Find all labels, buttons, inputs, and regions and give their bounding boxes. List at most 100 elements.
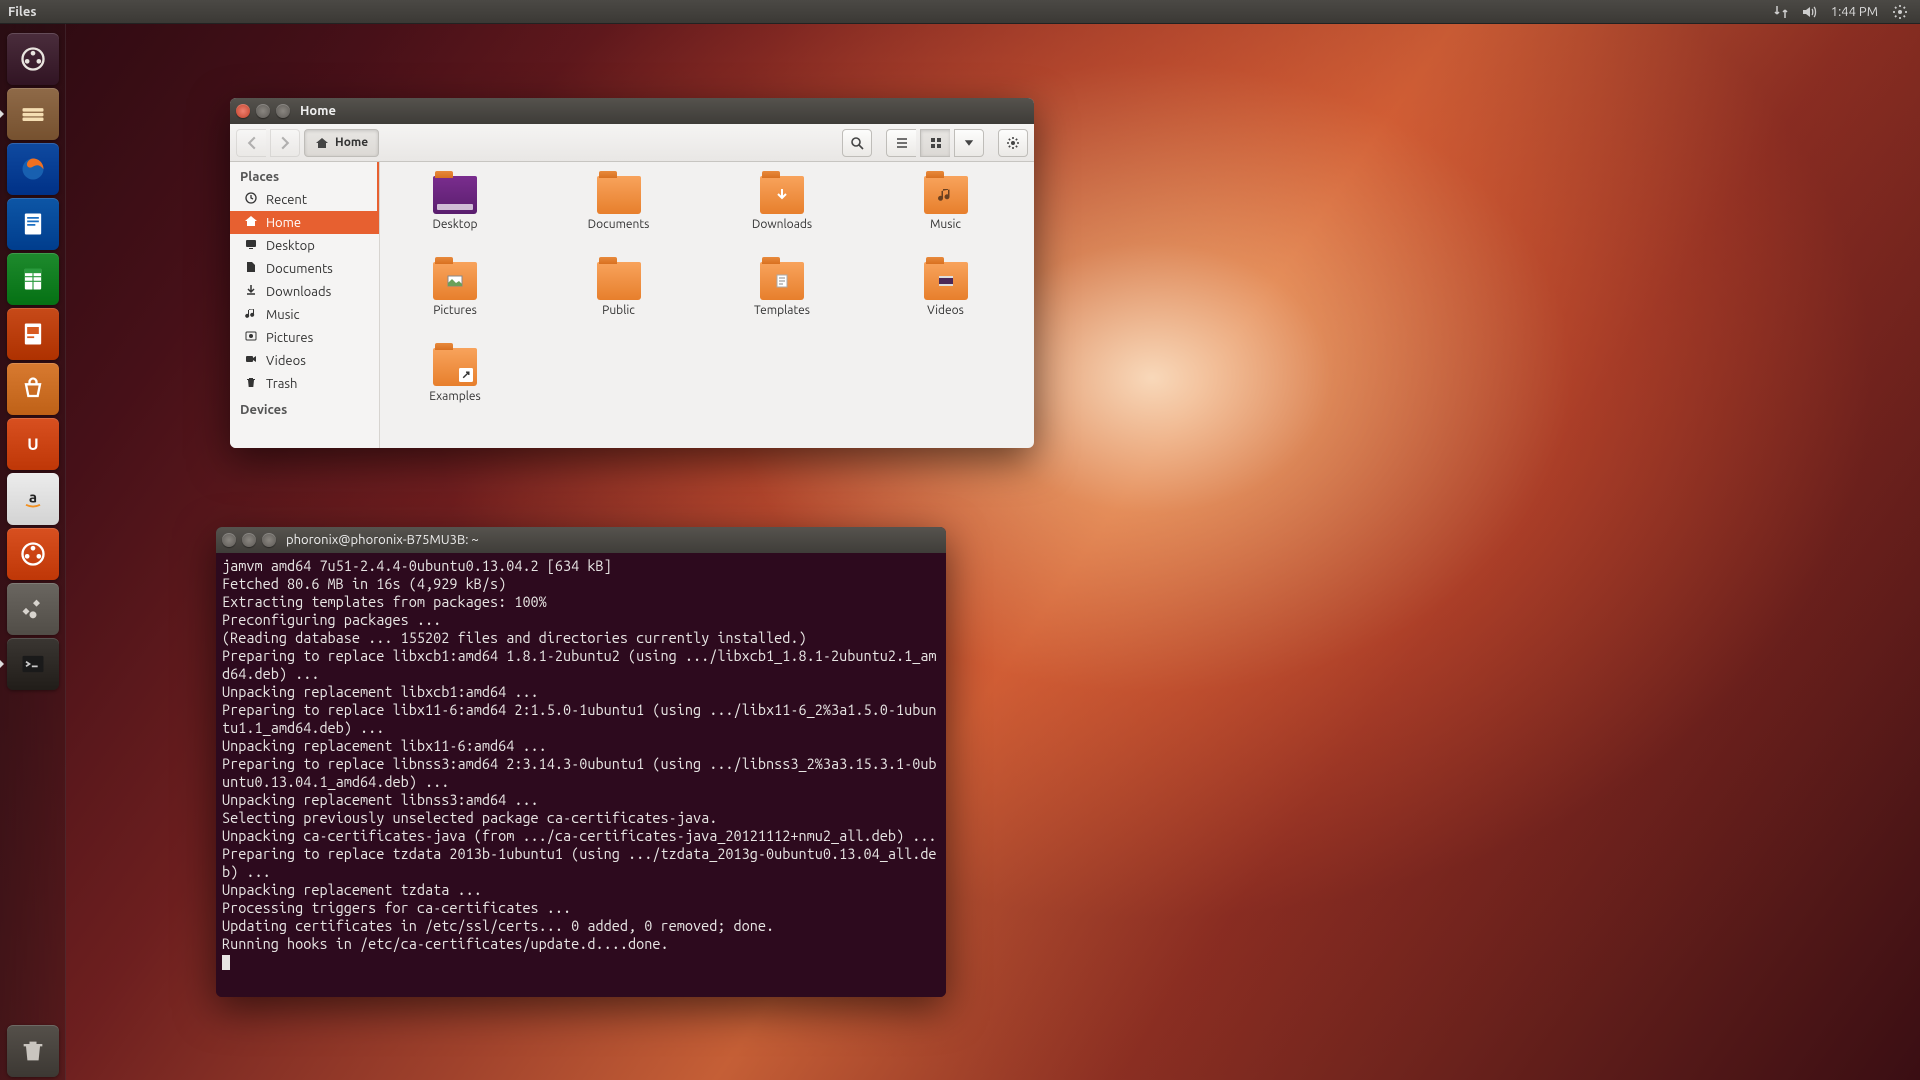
folder-examples[interactable]: Examples — [400, 348, 510, 428]
close-icon[interactable] — [236, 104, 250, 118]
folder-label: Examples — [429, 390, 480, 403]
sidebar-item-videos[interactable]: Videos — [230, 349, 379, 372]
pictures-icon — [244, 329, 258, 346]
terminal-titlebar[interactable]: phoronix@phoronix-B75MU3B: ~ — [216, 527, 946, 553]
search-button[interactable] — [842, 129, 872, 157]
sidebar-item-label: Desktop — [266, 239, 315, 253]
sidebar-item-label: Music — [266, 308, 300, 322]
close-icon[interactable] — [222, 533, 236, 547]
folder-pictures[interactable]: Pictures — [400, 262, 510, 342]
back-button[interactable] — [236, 129, 266, 157]
sidebar-item-label: Downloads — [266, 285, 331, 299]
view-list-button[interactable] — [886, 129, 916, 157]
pictures-overlay-icon — [439, 268, 471, 294]
sidebar-item-recent[interactable]: Recent — [230, 188, 379, 211]
sidebar-item-label: Trash — [266, 377, 297, 391]
sidebar-item-documents[interactable]: Documents — [230, 257, 379, 280]
svg-text:U: U — [27, 436, 38, 454]
sidebar-item-music[interactable]: Music — [230, 303, 379, 326]
software-center-icon[interactable] — [7, 363, 59, 415]
folder-desktop[interactable]: Desktop — [400, 176, 510, 256]
terminal-cursor — [222, 955, 230, 970]
downloads-icon — [244, 283, 258, 300]
folder-label: Public — [602, 304, 635, 317]
sidebar-item-label: Documents — [266, 262, 333, 276]
terminal-title: phoronix@phoronix-B75MU3B: ~ — [286, 533, 479, 547]
session-gear-icon[interactable] — [1890, 2, 1910, 22]
svg-text:a: a — [28, 489, 36, 506]
sidebar-item-pictures[interactable]: Pictures — [230, 326, 379, 349]
files-sidebar: Places Recent Home Desktop Documents Downloa… — [230, 162, 380, 448]
sidebar-item-label: Recent — [266, 193, 307, 207]
dash-icon[interactable] — [7, 33, 59, 85]
files-title: Home — [300, 104, 336, 118]
minimize-icon[interactable] — [242, 533, 256, 547]
files-titlebar[interactable]: Home — [230, 98, 1034, 124]
folder-grid: Desktop Documents Downloads Music Pictures Pu… — [380, 162, 1034, 448]
home-icon — [244, 214, 258, 231]
folder-templates[interactable]: Templates — [727, 262, 837, 342]
music-icon — [244, 306, 258, 323]
terminal-window: phoronix@phoronix-B75MU3B: ~ jamvm amd64… — [216, 527, 946, 997]
files-toolbar: Home — [230, 124, 1034, 162]
folder-documents[interactable]: Documents — [564, 176, 674, 256]
folder-downloads[interactable]: Downloads — [727, 176, 837, 256]
libreoffice-writer-icon[interactable] — [7, 198, 59, 250]
trash-icon — [244, 375, 258, 392]
path-home-button[interactable]: Home — [304, 129, 379, 157]
files-icon[interactable] — [7, 88, 59, 140]
sidebar-item-trash[interactable]: Trash — [230, 372, 379, 395]
sound-icon[interactable] — [1799, 2, 1819, 22]
videos-icon — [244, 352, 258, 369]
forward-button[interactable] — [270, 129, 300, 157]
software-updater-icon[interactable] — [7, 528, 59, 580]
terminal-icon[interactable] — [7, 638, 59, 690]
libreoffice-impress-icon[interactable] — [7, 308, 59, 360]
clock-icon — [244, 191, 258, 208]
sidebar-item-label: Home — [266, 216, 301, 230]
folder-public[interactable]: Public — [564, 262, 674, 342]
panel-clock[interactable]: 1:44 PM — [1831, 5, 1878, 19]
folder-label: Desktop — [432, 218, 477, 231]
gear-button[interactable] — [998, 129, 1028, 157]
unity-launcher: Ua — [0, 24, 66, 1080]
trash-icon[interactable] — [7, 1025, 59, 1077]
sidebar-item-downloads[interactable]: Downloads — [230, 280, 379, 303]
folder-label: Videos — [927, 304, 964, 317]
folder-videos[interactable]: Videos — [891, 262, 1001, 342]
sidebar-places-header: Places — [230, 162, 379, 188]
desktop-icon — [244, 237, 258, 254]
terminal-output[interactable]: jamvm amd64 7u51-2.4.4-0ubuntu0.13.04.2 … — [216, 553, 946, 997]
folder-label: Downloads — [752, 218, 812, 231]
folder-label: Pictures — [433, 304, 477, 317]
folder-music[interactable]: Music — [891, 176, 1001, 256]
downloads-overlay-icon — [766, 182, 798, 208]
folder-label: Templates — [754, 304, 810, 317]
sidebar-item-label: Pictures — [266, 331, 313, 345]
files-window: Home Home Places Recent Home Desktop Docume… — [230, 98, 1034, 448]
documents-icon — [244, 260, 258, 277]
firefox-icon[interactable] — [7, 143, 59, 195]
sidebar-item-label: Videos — [266, 354, 306, 368]
sidebar-item-home[interactable]: Home — [230, 211, 379, 234]
maximize-icon[interactable] — [262, 533, 276, 547]
folder-label: Documents — [588, 218, 650, 231]
sidebar-devices-header: Devices — [230, 395, 379, 421]
network-icon[interactable] — [1771, 2, 1791, 22]
videos-overlay-icon — [930, 268, 962, 294]
minimize-icon[interactable] — [256, 104, 270, 118]
music-overlay-icon — [930, 182, 962, 208]
view-dropdown-button[interactable] — [954, 129, 984, 157]
libreoffice-calc-icon[interactable] — [7, 253, 59, 305]
folder-label: Music — [930, 218, 961, 231]
maximize-icon[interactable] — [276, 104, 290, 118]
panel-app-title[interactable]: Files — [8, 5, 36, 19]
view-grid-button[interactable] — [920, 129, 950, 157]
sidebar-item-desktop[interactable]: Desktop — [230, 234, 379, 257]
path-label: Home — [335, 136, 368, 149]
link-overlay-icon — [439, 354, 471, 380]
system-settings-icon[interactable] — [7, 583, 59, 635]
ubuntu-one-icon[interactable]: U — [7, 418, 59, 470]
top-panel: Files 1:44 PM — [0, 0, 1920, 24]
amazon-icon[interactable]: a — [7, 473, 59, 525]
